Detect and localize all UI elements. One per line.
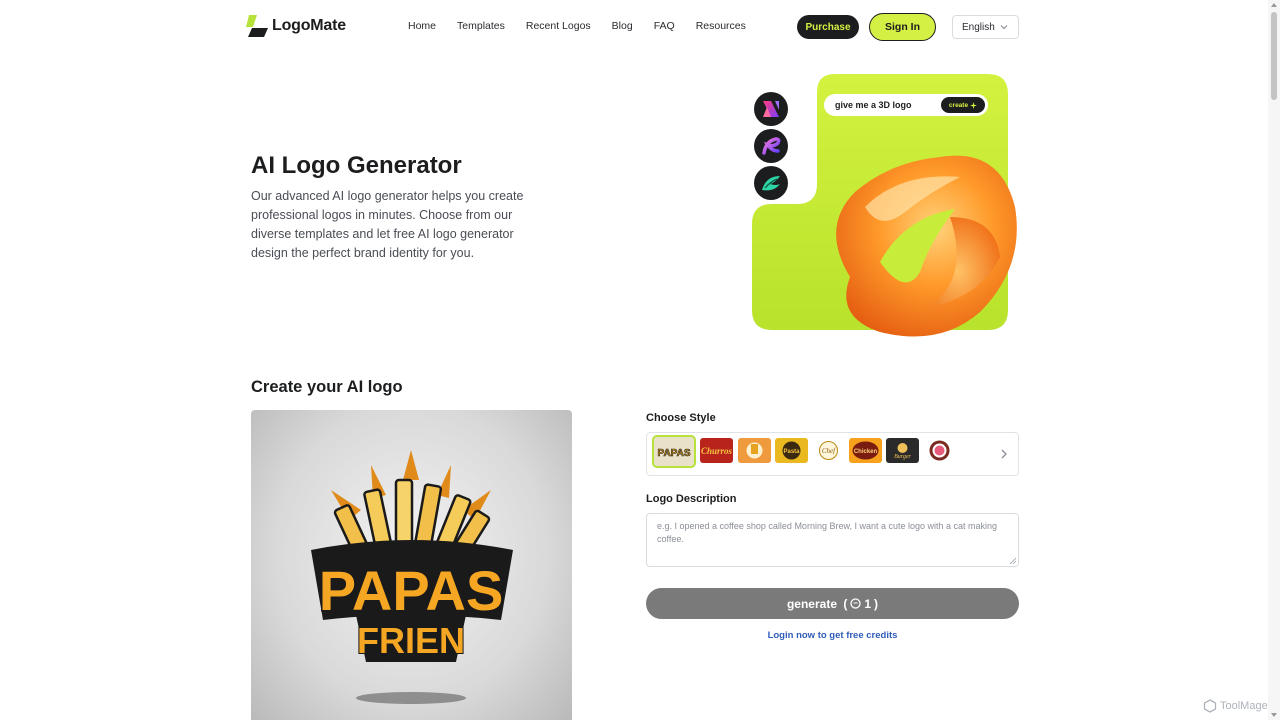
scroll-up-icon[interactable] (1271, 2, 1277, 8)
nav-home[interactable]: Home (408, 20, 436, 32)
hero-illustration: give me a 3D logo create (750, 72, 1022, 344)
chevron-down-icon (1000, 25, 1008, 30)
swirl-logo-icon (762, 137, 781, 155)
svg-text:Chicken: Chicken (854, 449, 878, 455)
purchase-button[interactable]: Purchase (797, 15, 859, 39)
fries-logo-illustration: PAPAS FRIEN (311, 450, 513, 704)
style-thumb-icon: PAPAS (654, 437, 694, 466)
generate-button[interactable]: generate ( 1 ) (646, 588, 1019, 619)
main-nav: Home Templates Recent Logos Blog FAQ Res… (408, 20, 767, 32)
credit-coin-icon (850, 598, 861, 609)
style-thumb-icon: Chef (819, 441, 838, 460)
watermark: ToolMage (1203, 699, 1268, 713)
svg-text:Churros: Churros (701, 446, 733, 456)
hero-description: Our advanced AI logo generator helps you… (251, 189, 524, 260)
sample-logo-avatar-1 (754, 92, 788, 126)
logo-preview-image: PAPAS FRIEN (251, 410, 572, 720)
prompt-create-label: create (948, 101, 969, 109)
leaf-logo-icon (762, 176, 780, 191)
svg-text:Burger: Burger (894, 454, 911, 460)
generate-cost-open: ( (840, 596, 848, 611)
prompt-bar: give me a 3D logo create (824, 94, 988, 116)
style-thumb-icon: Churros (701, 446, 733, 456)
nav-blog[interactable]: Blog (612, 20, 633, 32)
sparkle-icon (970, 101, 978, 109)
ribbon-logo-icon (763, 101, 779, 117)
logomate-mark-icon (246, 15, 268, 37)
style-thumb-icon: Burger (894, 443, 912, 460)
sample-logo-avatar-3 (754, 166, 788, 200)
logo-description-placeholder: e.g. I opened a coffee shop called Morni… (657, 521, 998, 544)
orange-3d-logo-icon (836, 155, 1017, 337)
logo-description-input[interactable]: e.g. I opened a coffee shop called Morni… (646, 513, 1019, 567)
chevron-right-icon[interactable] (999, 448, 1009, 460)
toolmage-hex-icon (1203, 699, 1217, 713)
svg-text:Chef: Chef (822, 447, 836, 455)
style-option-fries[interactable] (738, 438, 771, 463)
style-thumb-icon (746, 442, 763, 459)
brand-name: LogoMate (272, 17, 346, 34)
generate-label: generate (786, 596, 837, 611)
style-thumb-icon: Chicken (852, 441, 879, 460)
style-option-chef[interactable]: Chef (812, 438, 845, 463)
style-option-chicken[interactable]: Chicken (849, 438, 882, 463)
login-free-credits-link[interactable]: Login now to get free credits (646, 630, 1019, 641)
sample-logo-avatar-2 (754, 129, 788, 163)
preview-text-bottom: FRIEN (357, 620, 465, 661)
generate-cost-close: ) (874, 596, 879, 611)
nav-faq[interactable]: FAQ (654, 20, 675, 32)
svg-text:PAPAS: PAPAS (658, 448, 691, 459)
page-scrollbar[interactable] (1268, 0, 1280, 720)
svg-text:Pasta: Pasta (783, 449, 800, 455)
language-select[interactable]: English (952, 15, 1019, 39)
site-header: LogoMate Home Templates Recent Logos Blo… (0, 0, 1280, 54)
prompt-text: give me a 3D logo (835, 100, 912, 110)
watermark-text: ToolMage (1220, 700, 1268, 712)
style-option-churros[interactable]: Churros (700, 438, 733, 463)
nav-templates[interactable]: Templates (457, 20, 505, 32)
style-option-donut[interactable] (923, 438, 956, 463)
prompt-create-button: create (941, 97, 985, 113)
generate-cost: 1 (864, 596, 872, 611)
style-thumb-icon (929, 440, 950, 461)
preview-text-top: PAPAS (319, 559, 504, 622)
style-option-papas[interactable]: PAPAS (652, 435, 696, 468)
scroll-down-icon[interactable] (1271, 712, 1277, 718)
nav-resources[interactable]: Resources (696, 20, 746, 32)
resize-handle-icon[interactable] (1009, 557, 1016, 564)
sign-in-button[interactable]: Sign In (869, 13, 936, 41)
logo-description-label: Logo Description (646, 493, 737, 505)
create-section-title: Create your AI logo (251, 378, 403, 396)
choose-style-label: Choose Style (646, 412, 716, 424)
style-picker: PAPAS Churros Pasta Chef Chicken Burger (646, 432, 1019, 476)
style-option-burger[interactable]: Burger (886, 438, 919, 463)
language-value: English (962, 21, 995, 33)
scrollbar-thumb[interactable] (1271, 12, 1277, 100)
brand-logo[interactable]: LogoMate (246, 15, 346, 37)
style-thumb-icon: Pasta (782, 441, 801, 460)
hero-title: AI Logo Generator (251, 152, 462, 179)
style-option-pasta[interactable]: Pasta (775, 438, 808, 463)
nav-recent-logos[interactable]: Recent Logos (526, 20, 591, 32)
